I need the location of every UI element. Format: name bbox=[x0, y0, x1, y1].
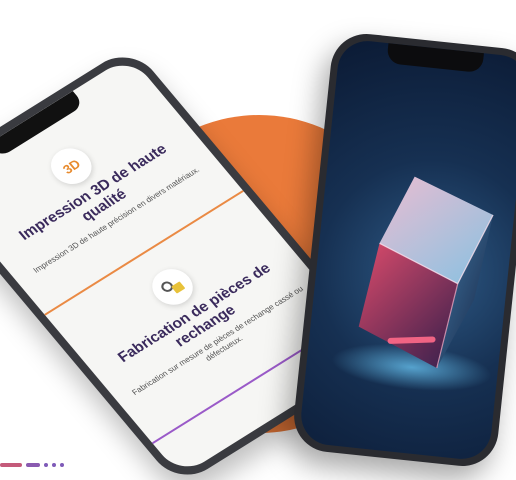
hero-stage: é 3D Impression 3D de haute qualité Impr… bbox=[0, 0, 516, 480]
glass-cube-illustration bbox=[332, 176, 494, 391]
phone-screen-cube-wallpaper bbox=[298, 38, 516, 462]
service-card-spare-parts[interactable]: Fabrication de pièces de rechange Fabric… bbox=[73, 218, 315, 408]
pagination-bar[interactable] bbox=[26, 463, 40, 467]
pagination-dot[interactable] bbox=[60, 463, 64, 467]
service-title: Impression 3D de haute qualité bbox=[15, 140, 171, 244]
carousel-pagination[interactable] bbox=[0, 462, 64, 468]
pagination-dot[interactable] bbox=[52, 463, 56, 467]
pagination-active-bar[interactable] bbox=[0, 463, 22, 467]
gear-icon bbox=[161, 281, 185, 294]
pagination-dot[interactable] bbox=[44, 463, 48, 467]
phone-mockup-cube bbox=[290, 30, 516, 470]
